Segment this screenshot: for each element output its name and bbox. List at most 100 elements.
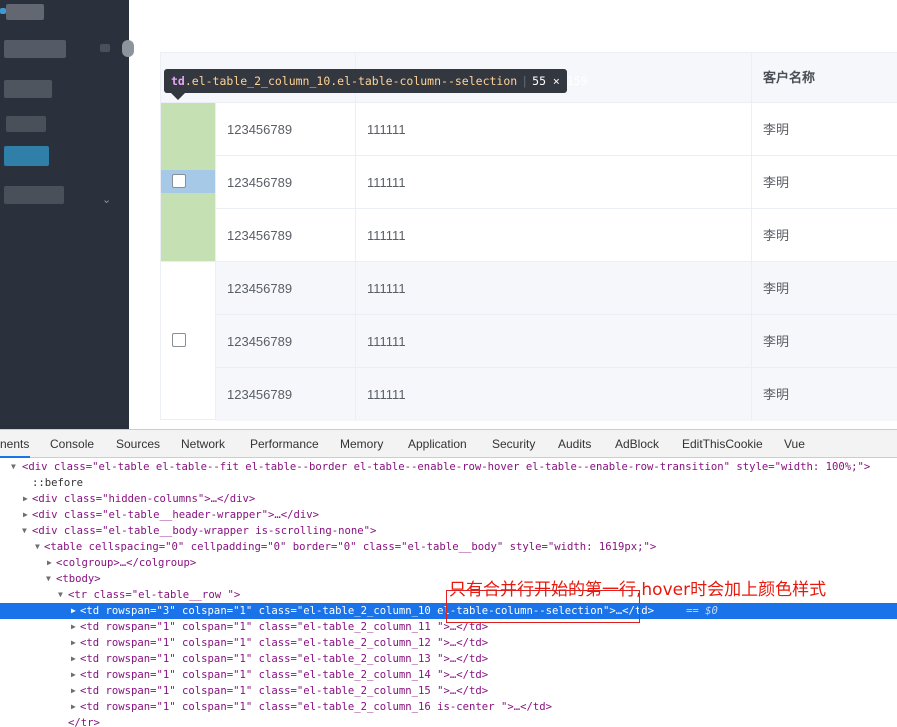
dom-node-text: <td rowspan="1" colspan="1" class="el-ta… bbox=[80, 669, 489, 681]
expanded-triangle-icon[interactable]: ▼ bbox=[58, 587, 63, 603]
dom-node[interactable]: ▼ <div class="el-table__body-wrapper is-… bbox=[0, 523, 897, 539]
table-row[interactable]: 123456789 111111 李明 bbox=[216, 103, 897, 156]
blurred-menu-item bbox=[100, 44, 110, 52]
expanded-triangle-icon[interactable]: ▼ bbox=[35, 539, 40, 555]
collapsed-triangle-icon[interactable]: ▶ bbox=[71, 699, 76, 715]
tab-memory[interactable]: Memory bbox=[340, 430, 383, 458]
collapsed-triangle-icon[interactable]: ▶ bbox=[71, 635, 76, 651]
dom-node[interactable]: ▶ <td rowspan="1" colspan="1" class="el-… bbox=[0, 667, 897, 683]
table-row[interactable]: 123456789 111111 李明 bbox=[216, 368, 897, 421]
dom-node-text: <div class="el-table el-table--fit el-ta… bbox=[22, 461, 871, 473]
row-select-checkbox[interactable] bbox=[172, 174, 186, 188]
header-customer-name[interactable]: 客户名称 bbox=[763, 53, 815, 103]
tooltip-arrow bbox=[171, 93, 185, 100]
dom-node[interactable]: ::before bbox=[0, 475, 897, 491]
table-cell: 李明 bbox=[763, 122, 790, 137]
tab-adblock[interactable]: AdBlock bbox=[615, 430, 659, 458]
tab-vue[interactable]: Vue bbox=[784, 430, 805, 458]
sidebar-collapse-handle[interactable] bbox=[122, 40, 134, 57]
table-row[interactable]: 123456789 111111 李明 bbox=[216, 315, 897, 368]
dom-node[interactable]: ▶ <td rowspan="1" colspan="1" class="el-… bbox=[0, 699, 897, 715]
table-cell: 123456789 bbox=[227, 387, 293, 402]
table-row[interactable]: 123456789 111111 李明 bbox=[216, 156, 897, 209]
dom-node[interactable]: ▶ <td rowspan="1" colspan="1" class="el-… bbox=[0, 651, 897, 667]
blurred-menu-item[interactable] bbox=[4, 186, 64, 204]
tooltip-size: 55 × 159 bbox=[532, 74, 588, 88]
dom-node-text: <tr class="el-table__row "> bbox=[68, 589, 241, 601]
dom-node-text: <td rowspan="1" colspan="1" class="el-ta… bbox=[80, 637, 489, 649]
column-divider bbox=[355, 53, 356, 420]
dom-node[interactable]: ▶ <div class="el-table__header-wrapper">… bbox=[0, 507, 897, 523]
expanded-triangle-icon[interactable]: ▼ bbox=[22, 523, 27, 539]
dom-node[interactable]: ▶ <td rowspan="1" colspan="1" class="el-… bbox=[0, 635, 897, 651]
row-divider bbox=[216, 208, 897, 209]
blurred-menu-item[interactable] bbox=[4, 146, 49, 166]
table-row[interactable]: 123456789 111111 李明 bbox=[216, 262, 897, 315]
dom-node[interactable]: ▼ <table cellspacing="0" cellpadding="0"… bbox=[0, 539, 897, 555]
table-row[interactable]: 123456789 111111 李明 bbox=[216, 209, 897, 262]
collapsed-triangle-icon[interactable]: ▶ bbox=[71, 667, 76, 683]
sidebar: ⌄ bbox=[0, 0, 129, 429]
row-select-checkbox[interactable] bbox=[172, 333, 186, 347]
tab-console[interactable]: Console bbox=[50, 430, 94, 458]
dom-node-text: <colgroup>…</colgroup> bbox=[56, 557, 197, 569]
dom-node-text: </tr> bbox=[68, 717, 100, 727]
row-divider bbox=[216, 155, 897, 156]
tab-security[interactable]: Security bbox=[492, 430, 535, 458]
selected-node-marker: == $0 bbox=[686, 605, 718, 617]
table-cell: 李明 bbox=[763, 281, 790, 296]
collapsed-triangle-icon[interactable]: ▶ bbox=[23, 507, 28, 523]
data-table: 客户名称 123456789 111111 李明 123456789 11111… bbox=[160, 52, 897, 421]
table-cell: 123456789 bbox=[227, 175, 293, 190]
table-cell: 123456789 bbox=[227, 228, 293, 243]
collapsed-triangle-icon[interactable]: ▶ bbox=[47, 555, 52, 571]
column-divider bbox=[751, 53, 752, 420]
blurred-menu-item[interactable] bbox=[4, 80, 52, 98]
dom-node-text: <td rowspan="1" colspan="1" class="el-ta… bbox=[80, 701, 552, 713]
collapsed-triangle-icon[interactable]: ▶ bbox=[71, 603, 76, 619]
table-cell: 李明 bbox=[763, 334, 790, 349]
table-cell: 111111 bbox=[367, 334, 406, 349]
selection-checkbox-highlight bbox=[161, 170, 216, 193]
collapsed-triangle-icon[interactable]: ▶ bbox=[71, 651, 76, 667]
dom-node-text: <div class="el-table__header-wrapper">…<… bbox=[32, 509, 320, 521]
dom-node-text: <td rowspan="1" colspan="1" class="el-ta… bbox=[80, 653, 489, 665]
table-cell: 111111 bbox=[367, 175, 406, 190]
dom-node-text: ::before bbox=[32, 477, 84, 489]
dom-node-text: <tbody> bbox=[56, 573, 101, 585]
tab-application[interactable]: Application bbox=[408, 430, 467, 458]
collapsed-triangle-icon[interactable]: ▶ bbox=[71, 619, 76, 635]
tab-performance[interactable]: Performance bbox=[250, 430, 319, 458]
tab-audits[interactable]: Audits bbox=[558, 430, 591, 458]
chevron-down-icon[interactable]: ⌄ bbox=[102, 193, 111, 206]
table-cell: 123456789 bbox=[227, 334, 293, 349]
collapsed-triangle-icon[interactable]: ▶ bbox=[71, 683, 76, 699]
dom-node-text: <div class="hidden-columns">…</div> bbox=[32, 493, 256, 505]
blurred-menu-item[interactable] bbox=[6, 116, 46, 132]
blurred-menu-item[interactable] bbox=[4, 40, 66, 58]
dom-node-text: <div class="el-table__body-wrapper is-sc… bbox=[32, 525, 377, 537]
tab-network[interactable]: Network bbox=[181, 430, 225, 458]
dom-node[interactable]: ▼ <div class="el-table el-table--fit el-… bbox=[0, 459, 897, 475]
blurred-menu-item[interactable] bbox=[6, 4, 44, 20]
dom-node-text: <td rowspan="1" colspan="1" class="el-ta… bbox=[80, 685, 489, 697]
tab-sources[interactable]: Sources bbox=[116, 430, 160, 458]
tab-editthiscookie[interactable]: EditThisCookie bbox=[682, 430, 763, 458]
table-cell: 123456789 bbox=[227, 281, 293, 296]
dom-node[interactable]: ▶ <td rowspan="1" colspan="1" class="el-… bbox=[0, 683, 897, 699]
blurred-menu-item[interactable] bbox=[0, 8, 6, 14]
table-cell: 李明 bbox=[763, 387, 790, 402]
tooltip-classes: .el-table_2_column_10.el-table-column--s… bbox=[184, 74, 518, 88]
collapsed-triangle-icon[interactable]: ▶ bbox=[23, 491, 28, 507]
table-cell: 111111 bbox=[367, 387, 406, 402]
table-cell: 111111 bbox=[367, 281, 406, 296]
dom-node[interactable]: ▶ <colgroup>…</colgroup> bbox=[0, 555, 897, 571]
annotation-highlight-box bbox=[446, 590, 640, 623]
expanded-triangle-icon[interactable]: ▼ bbox=[11, 459, 16, 475]
tooltip-tag: td bbox=[171, 74, 185, 88]
dom-node[interactable]: </tr> bbox=[0, 715, 897, 727]
expanded-triangle-icon[interactable]: ▼ bbox=[46, 571, 51, 587]
dom-node[interactable]: ▶ <div class="hidden-columns">…</div> bbox=[0, 491, 897, 507]
tab-elements[interactable]: nents bbox=[0, 430, 30, 458]
tooltip-separator: | bbox=[521, 74, 529, 88]
